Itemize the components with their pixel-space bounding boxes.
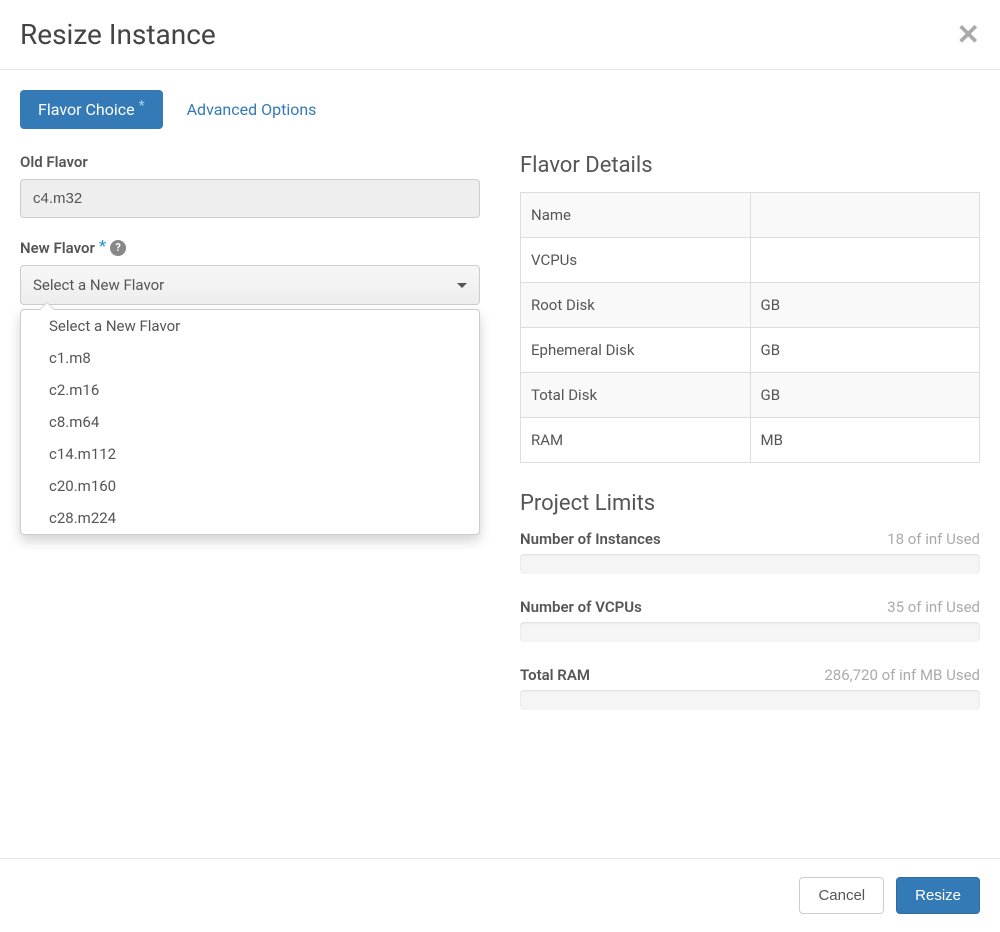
flavor-option[interactable]: c14.m112 bbox=[21, 438, 479, 470]
table-row: VCPUs bbox=[521, 238, 980, 283]
tabs: Flavor Choice * Advanced Options bbox=[20, 90, 980, 129]
detail-label: Ephemeral Disk bbox=[521, 328, 751, 373]
flavor-option[interactable]: c20.m160 bbox=[21, 470, 479, 502]
old-flavor-label-text: Old Flavor bbox=[20, 153, 88, 171]
cancel-button[interactable]: Cancel bbox=[799, 877, 884, 914]
flavor-details-table: Name VCPUs Root Disk GB Ephemeral Disk G… bbox=[520, 192, 980, 463]
detail-label: Name bbox=[521, 193, 751, 238]
detail-label: VCPUs bbox=[521, 238, 751, 283]
table-row: Ephemeral Disk GB bbox=[521, 328, 980, 373]
old-flavor-label: Old Flavor bbox=[20, 153, 480, 171]
form-column: Old Flavor New Flavor * ? Select a New F… bbox=[20, 153, 480, 734]
limit-value: 35 of inf Used bbox=[887, 598, 980, 616]
flavor-option[interactable]: c8.m64 bbox=[21, 406, 479, 438]
modal-body: Flavor Choice * Advanced Options Old Fla… bbox=[0, 70, 1000, 754]
table-row: Name bbox=[521, 193, 980, 238]
required-asterisk-icon: * bbox=[99, 236, 106, 255]
modal-header: Resize Instance ✕ bbox=[0, 0, 1000, 70]
tab-flavor-label: Flavor Choice bbox=[38, 100, 135, 119]
table-row: Root Disk GB bbox=[521, 283, 980, 328]
new-flavor-label: New Flavor * ? bbox=[20, 238, 480, 257]
modal-footer: Cancel Resize bbox=[0, 858, 1000, 932]
new-flavor-dropdown: Select a New Flavor Select a New Flavor … bbox=[20, 265, 480, 305]
table-row: Total Disk GB bbox=[521, 373, 980, 418]
new-flavor-menu: Select a New Flavor c1.m8 c2.m16 c8.m64 … bbox=[20, 309, 480, 535]
detail-value: GB bbox=[750, 373, 980, 418]
limit-label: Number of VCPUs bbox=[520, 598, 642, 616]
new-flavor-label-text: New Flavor bbox=[20, 239, 95, 257]
detail-value: GB bbox=[750, 328, 980, 373]
limit-label: Number of Instances bbox=[520, 530, 661, 548]
limit-value: 286,720 of inf MB Used bbox=[824, 666, 980, 684]
detail-label: RAM bbox=[521, 418, 751, 463]
table-row: RAM MB bbox=[521, 418, 980, 463]
new-flavor-selected: Select a New Flavor bbox=[33, 276, 164, 294]
limit-value: 18 of inf Used bbox=[887, 530, 980, 548]
detail-value bbox=[750, 193, 980, 238]
chevron-down-icon bbox=[457, 283, 467, 288]
detail-label: Total Disk bbox=[521, 373, 751, 418]
progress-bar bbox=[520, 622, 980, 642]
new-flavor-select[interactable]: Select a New Flavor bbox=[20, 265, 480, 305]
limit-vcpus: Number of VCPUs 35 of inf Used bbox=[520, 598, 980, 642]
limit-label: Total RAM bbox=[520, 666, 590, 684]
close-icon[interactable]: ✕ bbox=[957, 21, 980, 49]
old-flavor-input bbox=[20, 179, 480, 218]
detail-value bbox=[750, 238, 980, 283]
tab-flavor-choice[interactable]: Flavor Choice * bbox=[20, 90, 163, 129]
details-column: Flavor Details Name VCPUs Root Disk GB E… bbox=[520, 153, 980, 734]
detail-value: MB bbox=[750, 418, 980, 463]
progress-bar bbox=[520, 690, 980, 710]
flavor-option[interactable]: c2.m16 bbox=[21, 374, 479, 406]
detail-label: Root Disk bbox=[521, 283, 751, 328]
modal-title: Resize Instance bbox=[20, 18, 216, 51]
resize-button[interactable]: Resize bbox=[896, 877, 980, 914]
flavor-details-title: Flavor Details bbox=[520, 153, 980, 178]
limit-ram: Total RAM 286,720 of inf MB Used bbox=[520, 666, 980, 710]
limit-instances: Number of Instances 18 of inf Used bbox=[520, 530, 980, 574]
asterisk-icon: * bbox=[139, 98, 145, 114]
detail-value: GB bbox=[750, 283, 980, 328]
tab-advanced-options[interactable]: Advanced Options bbox=[187, 90, 317, 129]
project-limits-title: Project Limits bbox=[520, 491, 980, 516]
flavor-option[interactable]: Select a New Flavor bbox=[21, 310, 479, 342]
progress-bar bbox=[520, 554, 980, 574]
flavor-option[interactable]: c28.m224 bbox=[21, 502, 479, 534]
flavor-option[interactable]: c1.m8 bbox=[21, 342, 479, 374]
help-icon[interactable]: ? bbox=[110, 240, 126, 256]
